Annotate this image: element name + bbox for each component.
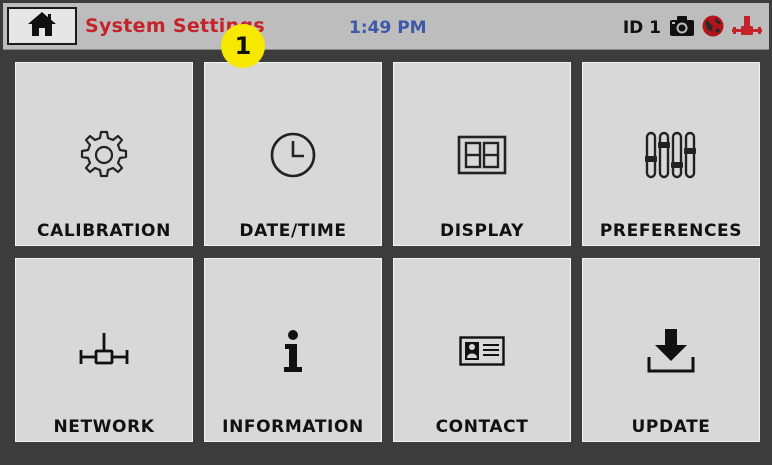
tile-date-time[interactable]: DATE/TIME xyxy=(204,62,382,246)
tile-display[interactable]: DISPLAY xyxy=(393,62,571,246)
tile-preferences[interactable]: PREFERENCES xyxy=(582,62,760,246)
home-icon xyxy=(27,11,57,41)
display-icon xyxy=(394,119,570,191)
tile-label-information: INFORMATION xyxy=(222,417,364,437)
camera-icon[interactable] xyxy=(669,15,695,41)
clock-icon xyxy=(205,119,381,191)
download-icon xyxy=(583,315,759,387)
tile-label-update: UPDATE xyxy=(631,417,711,437)
gear-icon xyxy=(16,119,192,191)
tile-label-display: DISPLAY xyxy=(439,221,524,241)
device-id: ID 1 xyxy=(622,18,661,38)
network-icon xyxy=(16,315,192,387)
tile-label-contact: CONTACT xyxy=(435,417,529,437)
screen-frame: System Settings 1:49 PM ID 1 1 CALIBRATI… xyxy=(0,0,772,465)
tile-label-calibration: CALIBRATION xyxy=(37,221,171,241)
clock-time: 1:49 PM xyxy=(349,18,427,38)
contact-card-icon xyxy=(394,315,570,387)
sliders-icon xyxy=(583,119,759,191)
home-button[interactable] xyxy=(7,7,77,45)
tile-contact[interactable]: CONTACT xyxy=(393,258,571,442)
info-icon xyxy=(205,315,381,387)
top-bar: System Settings 1:49 PM ID 1 xyxy=(3,3,769,50)
callout-marker: 1 xyxy=(221,24,265,68)
tile-network[interactable]: NETWORK xyxy=(15,258,193,442)
tile-label-preferences: PREFERENCES xyxy=(599,221,743,241)
tile-information[interactable]: INFORMATION xyxy=(204,258,382,442)
network-icon[interactable] xyxy=(731,15,763,41)
globe-icon[interactable] xyxy=(701,14,725,42)
settings-grid: CALIBRATION DATE/TIME DISPLAY PREFERENCE… xyxy=(15,62,770,462)
tile-label-date-time: DATE/TIME xyxy=(239,221,347,241)
tile-label-network: NETWORK xyxy=(53,417,155,437)
tile-update[interactable]: UPDATE xyxy=(582,258,760,442)
tile-calibration[interactable]: CALIBRATION xyxy=(15,62,193,246)
status-area: ID 1 xyxy=(623,14,763,42)
